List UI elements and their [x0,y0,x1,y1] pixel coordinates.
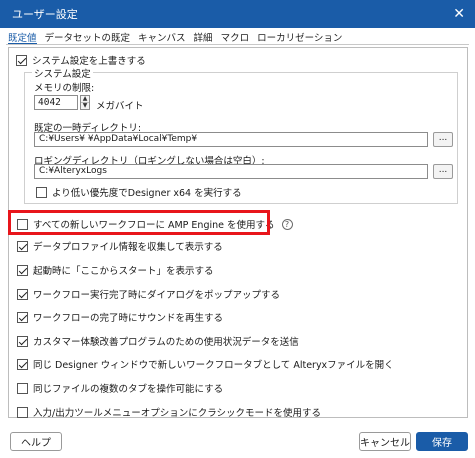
tab-macros[interactable]: マクロ [221,30,250,44]
low-priority-checkbox[interactable] [36,186,47,198]
tab-bar: 既定値 データセットの既定 キャンバス 詳細 マクロ ローカリゼーション [8,30,342,44]
option-popup-dialog-row[interactable]: ワークフロー実行完了時にダイアログをポップアップする [17,287,280,301]
low-priority-row[interactable]: より低い優先度でDesigner x64 を実行する [36,185,242,199]
memory-limit-input[interactable]: 4042 [34,95,78,110]
option-play-sound-row[interactable]: ワークフローの完了時にサウンドを再生する [17,310,223,324]
log-dir-input[interactable]: C:¥AlteryxLogs [34,164,428,179]
option-data-profile-row[interactable]: データプロファイル情報を収集して表示する [17,239,223,253]
option-open-as-tab-label: 同じ Designer ウィンドウで新しいワークフロータブとして Alteryx… [33,360,394,371]
option-classic-mode-row[interactable]: 入力/出力ツールメニューオプションにクラシックモードを使用する [17,405,321,419]
tab-defaults[interactable]: 既定値 [8,30,37,44]
option-data-profile-label: データプロファイル情報を収集して表示する [33,242,223,253]
option-classic-mode-checkbox[interactable] [17,406,28,418]
help-button[interactable]: ヘルプ [10,432,62,451]
low-priority-label: より低い優先度でDesigner x64 を実行する [52,188,242,199]
system-settings-group-title: システム設定 [32,66,93,80]
option-open-as-tab-row[interactable]: 同じ Designer ウィンドウで新しいワークフロータブとして Alteryx… [17,357,394,371]
option-data-profile-checkbox[interactable] [17,240,28,252]
tab-dataset-defaults[interactable]: データセットの既定 [45,30,131,44]
option-play-sound-checkbox[interactable] [17,311,28,323]
memory-limit-label: メモリの制限: [34,83,95,94]
option-start-here-label: 起動時に「ここからスタート」を表示する [33,266,214,277]
option-usage-data-row[interactable]: カスタマー体験改善プログラムのための使用状況データを送信 [17,334,299,348]
option-multiple-tabs-row[interactable]: 同じファイルの複数のタブを操作可能にする [17,381,223,395]
option-start-here-row[interactable]: 起動時に「ここからスタート」を表示する [17,263,214,277]
option-start-here-checkbox[interactable] [17,264,28,276]
tab-canvas[interactable]: キャンバス [138,30,186,44]
temp-dir-input[interactable]: C:¥Users¥ ¥AppData¥Local¥Temp¥ [34,132,428,147]
option-popup-dialog-checkbox[interactable] [17,288,28,300]
override-system-label: システム設定を上書きする [32,56,146,67]
option-classic-mode-label: 入力/出力ツールメニューオプションにクラシックモードを使用する [33,408,322,419]
temp-dir-browse-button[interactable]: ... [433,132,453,147]
override-system-checkbox[interactable] [16,54,27,66]
option-popup-dialog-label: ワークフロー実行完了時にダイアログをポップアップする [33,290,281,301]
spinner-down-icon[interactable]: ▼ [81,103,89,109]
option-usage-data-checkbox[interactable] [17,335,28,347]
cancel-button[interactable]: キャンセル [359,432,411,451]
tab-divider [6,44,469,45]
tab-localization[interactable]: ローカリゼーション [257,30,342,44]
dialog-titlebar: ユーザー設定 ✕ [0,0,475,28]
option-play-sound-label: ワークフローの完了時にサウンドを再生する [33,313,224,324]
dialog-title: ユーザー設定 [12,8,78,21]
save-button[interactable]: 保存 [416,432,468,451]
memory-unit-label: メガバイト [96,101,144,112]
close-icon[interactable]: ✕ [453,7,465,21]
option-multiple-tabs-checkbox[interactable] [17,382,28,394]
override-system-row[interactable]: システム設定を上書きする [16,53,146,67]
option-usage-data-label: カスタマー体験改善プログラムのための使用状況データを送信 [33,337,299,348]
tab-advanced[interactable]: 詳細 [194,30,213,44]
option-multiple-tabs-label: 同じファイルの複数のタブを操作可能にする [33,384,224,395]
option-open-as-tab-checkbox[interactable] [17,358,28,370]
log-dir-browse-button[interactable]: ... [433,164,453,179]
help-icon[interactable]: ? [281,218,293,230]
highlight-box [8,210,270,235]
memory-spinner[interactable]: ▲ ▼ [80,95,90,110]
